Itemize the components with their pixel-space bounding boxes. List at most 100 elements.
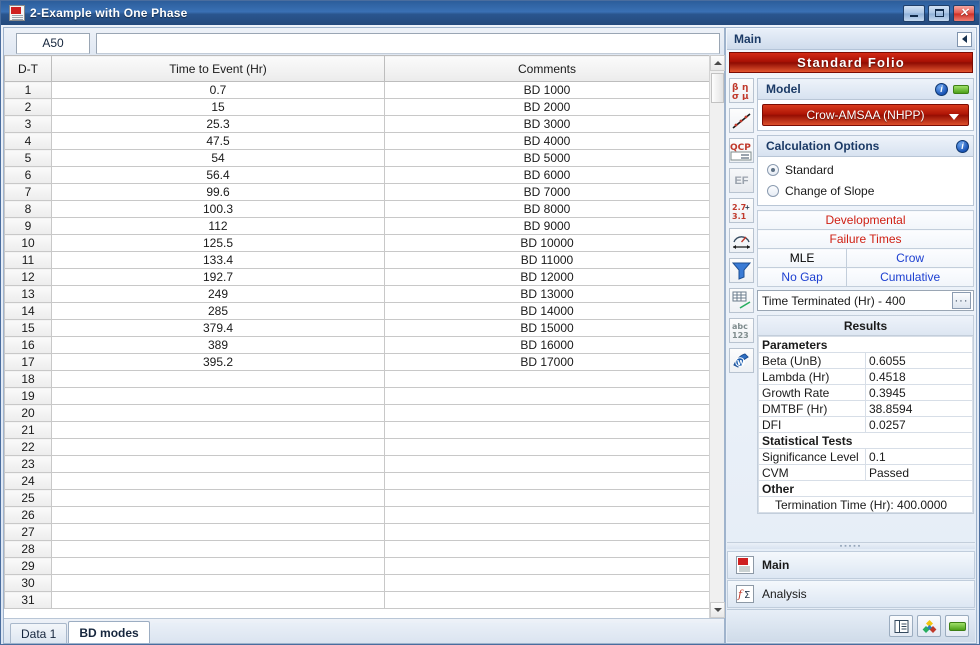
radio-change-of-slope[interactable]: Change of Slope	[762, 180, 969, 201]
cell-time-to-event[interactable]	[51, 370, 385, 388]
cell-comments[interactable]: BD 15000	[384, 319, 710, 337]
strip-developmental[interactable]: Developmental	[757, 210, 974, 230]
cell-time-to-event[interactable]: 125.5	[51, 234, 385, 252]
cell-time-to-event[interactable]	[51, 404, 385, 422]
info-icon[interactable]: i	[935, 82, 948, 96]
row-header-cell[interactable]: 29	[4, 557, 52, 575]
scroll-up-arrow[interactable]	[710, 55, 725, 71]
sheet-tab-data-1[interactable]: Data 1	[10, 623, 68, 643]
cell-comments[interactable]: BD 17000	[384, 353, 710, 371]
collapse-panel-button[interactable]	[957, 31, 972, 47]
row-header-cell[interactable]: 2	[4, 98, 52, 116]
nav-item-main[interactable]: Main	[727, 551, 975, 579]
sheet-view-icon[interactable]	[889, 615, 913, 637]
cell-comments[interactable]: BD 10000	[384, 234, 710, 252]
info-icon[interactable]: i	[956, 139, 969, 153]
cell-comments[interactable]	[384, 370, 710, 388]
row-header-cell[interactable]: 24	[4, 472, 52, 490]
row-header-cell[interactable]: 15	[4, 319, 52, 337]
cell-time-to-event[interactable]	[51, 591, 385, 609]
row-header-cell[interactable]: 31	[4, 591, 52, 609]
green-bar-icon[interactable]	[953, 84, 969, 94]
cell-time-to-event[interactable]	[51, 472, 385, 490]
row-header-cell[interactable]: 5	[4, 149, 52, 167]
cell-time-to-event[interactable]: 285	[51, 302, 385, 320]
cell-time-to-event[interactable]: 56.4	[51, 166, 385, 184]
colors-icon[interactable]	[917, 615, 941, 637]
cell-comments[interactable]: BD 2000	[384, 98, 710, 116]
cell-time-to-event[interactable]: 0.7	[51, 81, 385, 99]
cell-comments[interactable]	[384, 540, 710, 558]
grid-vertical-scrollbar[interactable]	[709, 55, 725, 618]
cell-time-to-event[interactable]: 192.7	[51, 268, 385, 286]
row-header-cell[interactable]: 27	[4, 523, 52, 541]
cell-time-to-event[interactable]: 379.4	[51, 319, 385, 337]
row-header-cell[interactable]: 8	[4, 200, 52, 218]
row-header-cell[interactable]: 23	[4, 455, 52, 473]
row-header-cell[interactable]: 3	[4, 115, 52, 133]
plot-icon[interactable]	[729, 108, 754, 133]
parameters-icon[interactable]: βησμ	[729, 78, 754, 103]
row-header-cell[interactable]: 12	[4, 268, 52, 286]
nav-item-analysis[interactable]: ƒΣ Analysis	[727, 580, 975, 608]
gauge-icon[interactable]	[729, 228, 754, 253]
cell-comments[interactable]	[384, 591, 710, 609]
cell-time-to-event[interactable]	[51, 557, 385, 575]
cell-comments[interactable]	[384, 574, 710, 592]
model-select-button[interactable]: Crow-AMSAA (NHPP)	[762, 104, 969, 126]
cell-time-to-event[interactable]	[51, 506, 385, 524]
cell-time-to-event[interactable]	[51, 455, 385, 473]
cell-time-to-event[interactable]	[51, 387, 385, 405]
cell-comments[interactable]: BD 16000	[384, 336, 710, 354]
panel-splitter[interactable]: ▪▪▪▪▪	[727, 542, 975, 550]
close-button[interactable]: ✕	[953, 4, 975, 22]
transpose-icon[interactable]	[729, 288, 754, 313]
row-header-cell[interactable]: 14	[4, 302, 52, 320]
cell-comments[interactable]: BD 3000	[384, 115, 710, 133]
row-header-cell[interactable]: 20	[4, 404, 52, 422]
cell-comments[interactable]: BD 5000	[384, 149, 710, 167]
cell-time-to-event[interactable]: 112	[51, 217, 385, 235]
qcp-icon[interactable]: QCP	[729, 138, 754, 163]
cell-comments[interactable]: BD 9000	[384, 217, 710, 235]
termination-browse-button[interactable]: ···	[952, 292, 971, 309]
cell-comments[interactable]	[384, 438, 710, 456]
row-header-cell[interactable]: 28	[4, 540, 52, 558]
cell-time-to-event[interactable]: 133.4	[51, 251, 385, 269]
ef-icon[interactable]: EF	[729, 168, 754, 193]
cell-time-to-event[interactable]	[51, 540, 385, 558]
green-bar-icon[interactable]	[945, 615, 969, 637]
cell-time-to-event[interactable]	[51, 523, 385, 541]
cell-time-to-event[interactable]: 47.5	[51, 132, 385, 150]
cell-time-to-event[interactable]: 99.6	[51, 183, 385, 201]
minimize-button[interactable]	[903, 4, 925, 22]
cell-comments[interactable]	[384, 557, 710, 575]
cell-time-to-event[interactable]: 15	[51, 98, 385, 116]
row-header-cell[interactable]: 10	[4, 234, 52, 252]
cell-comments[interactable]: BD 14000	[384, 302, 710, 320]
scroll-down-arrow[interactable]	[710, 602, 725, 618]
precision-icon[interactable]: 2.7 +3.1	[729, 198, 754, 223]
cell-time-to-event[interactable]: 54	[51, 149, 385, 167]
word-report-icon[interactable]: W	[729, 348, 754, 373]
row-header-cell[interactable]: 13	[4, 285, 52, 303]
row-header-cell[interactable]: 17	[4, 353, 52, 371]
filter-icon[interactable]	[729, 258, 754, 283]
formula-input[interactable]	[96, 32, 720, 54]
row-header-cell[interactable]: 25	[4, 489, 52, 507]
cell-time-to-event[interactable]	[51, 438, 385, 456]
sheet-tab-bd-modes[interactable]: BD modes	[68, 621, 150, 643]
row-header-cell[interactable]: 1	[4, 81, 52, 99]
row-header-cell[interactable]: 18	[4, 370, 52, 388]
cell-time-to-event[interactable]	[51, 489, 385, 507]
row-header-cell[interactable]: 16	[4, 336, 52, 354]
row-header-cell[interactable]: 30	[4, 574, 52, 592]
column-header-time-to-event[interactable]: Time to Event (Hr)	[51, 55, 385, 82]
cell-comments[interactable]	[384, 472, 710, 490]
row-header-cell[interactable]: 21	[4, 421, 52, 439]
cell-comments[interactable]	[384, 387, 710, 405]
cell-reference-box[interactable]: A50	[16, 32, 90, 54]
row-header-cell[interactable]: 11	[4, 251, 52, 269]
row-header-cell[interactable]: 7	[4, 183, 52, 201]
row-header-cell[interactable]: 9	[4, 217, 52, 235]
